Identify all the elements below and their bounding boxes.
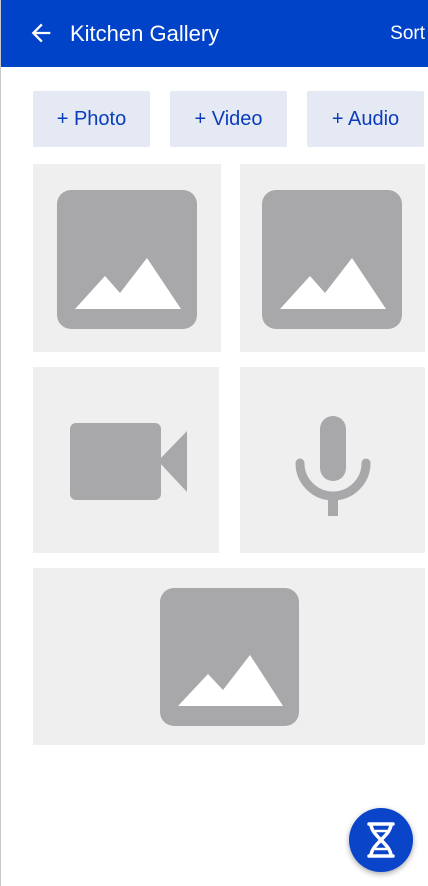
add-audio-button[interactable]: + Audio	[307, 91, 424, 147]
gallery-item-audio[interactable]	[240, 367, 425, 553]
videocam-icon	[70, 423, 187, 500]
add-photo-button[interactable]: + Photo	[33, 91, 150, 147]
image-placeholder-icon	[57, 190, 197, 329]
page-title: Kitchen Gallery	[70, 21, 220, 46]
sort-button[interactable]: Sort	[390, 21, 425, 47]
gallery-item-photo[interactable]	[33, 164, 221, 352]
gallery-item-video[interactable]	[33, 367, 219, 553]
app-screen: Kitchen Gallery Sort + Photo + Video + A…	[0, 0, 428, 886]
gallery-item-photo[interactable]	[33, 568, 425, 745]
image-placeholder-icon	[262, 190, 402, 329]
gallery-item-photo[interactable]	[240, 164, 425, 352]
add-video-button[interactable]: + Video	[170, 91, 287, 147]
back-arrow-icon[interactable]	[27, 19, 55, 47]
image-placeholder-icon	[160, 588, 299, 726]
microphone-icon	[295, 416, 371, 516]
dna-icon	[367, 822, 395, 858]
floating-action-button[interactable]	[349, 808, 413, 872]
app-bar: Kitchen Gallery Sort	[1, 0, 428, 67]
